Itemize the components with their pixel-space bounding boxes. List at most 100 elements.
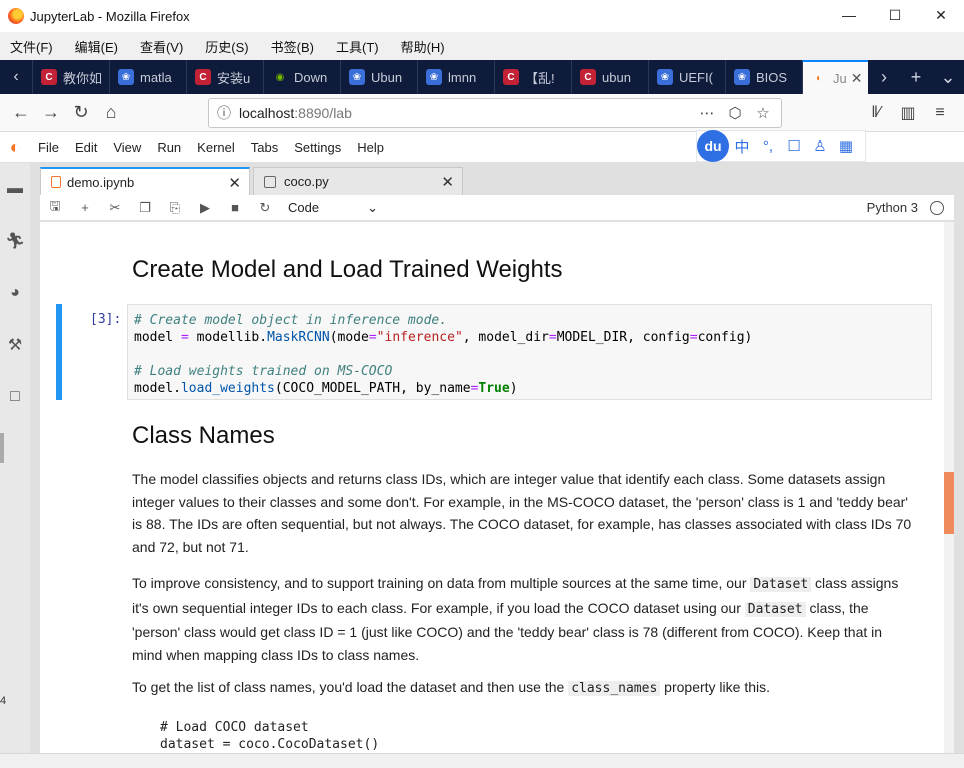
browser-tab[interactable]: C 【乱!	[494, 60, 571, 94]
code-token: =	[180, 330, 189, 345]
browser-tab-label: 【乱!	[525, 70, 555, 86]
forward-arrow-icon[interactable]: →	[36, 98, 66, 128]
jupyter-icon: ◐	[815, 72, 823, 84]
tab-coco-py[interactable]: coco.py ✕	[253, 167, 463, 195]
cell-type-dropdown[interactable]: Code ⌄	[288, 200, 378, 216]
paragraph-1: The model classifies objects and returns…	[132, 471, 912, 555]
menu-file[interactable]: 文件(F)	[0, 37, 64, 56]
browser-tab[interactable]: C 安装u	[186, 60, 263, 94]
home-icon[interactable]: ⌂	[96, 98, 126, 128]
browser-tab[interactable]: C 教你如	[32, 60, 109, 94]
code-comment: # Load weights trained on MS-COCO	[134, 364, 393, 379]
browser-tab-label: Ju	[833, 70, 847, 86]
menu-view[interactable]: 查看(V)	[129, 37, 194, 56]
baidu-ime-logo-icon[interactable]: du	[697, 130, 729, 162]
jmenu-tabs[interactable]: Tabs	[243, 140, 286, 155]
close-tab-icon[interactable]: ✕	[851, 70, 863, 87]
wrench-icon[interactable]: ⚒	[0, 319, 30, 371]
browser-tab[interactable]: ❀ BIOS	[725, 60, 802, 94]
ime-chinese-mode-icon[interactable]: 中	[729, 136, 755, 157]
menu-help[interactable]: 帮助(H)	[390, 37, 456, 56]
browser-tab[interactable]: ◉ Down	[263, 60, 340, 94]
browser-tab-label: Down	[294, 69, 328, 85]
browser-tab[interactable]: ❀ lmnn	[417, 60, 494, 94]
hamburger-menu-icon[interactable]: ≡	[924, 98, 956, 128]
site-info-icon[interactable]: ⓘ	[209, 103, 239, 123]
jmenu-file[interactable]: File	[30, 140, 67, 155]
scrollbar-thumb[interactable]	[944, 472, 954, 534]
tabs-icon[interactable]: □	[0, 371, 30, 423]
code-cell-editor[interactable]: # Create model object in inference mode.…	[127, 304, 932, 400]
paw-icon: ❀	[118, 69, 134, 85]
status-bar	[0, 753, 964, 768]
jmenu-kernel[interactable]: Kernel	[189, 140, 243, 155]
maximize-button[interactable]: ☐	[872, 0, 918, 30]
library-icon[interactable]: ‖∕	[860, 98, 892, 128]
csdn-icon: C	[195, 69, 211, 85]
run-icon[interactable]: ▶	[190, 195, 220, 221]
browser-tab-strip: ‹ C 教你如 ❀ matla C 安装u ◉ Down ❀ Ubun ❀ lmnn C 【乱! Cubun…	[0, 60, 964, 94]
jmenu-view[interactable]: View	[105, 140, 149, 155]
minimize-button[interactable]: —	[826, 0, 872, 30]
page-actions-icon[interactable]: ⋯	[693, 104, 721, 122]
browser-tab[interactable]: ❀ matla	[109, 60, 186, 94]
copy-icon[interactable]: ❐	[130, 195, 160, 221]
code-example-block: # Load COCO dataset dataset = coco.CocoD…	[160, 719, 379, 753]
close-window-button[interactable]: ✕	[918, 0, 964, 30]
ime-user-icon[interactable]: ♙	[807, 137, 833, 155]
address-bar[interactable]: ⓘ localhost:8890/lab ⋯ ⬡ ☆	[208, 98, 782, 128]
jmenu-help[interactable]: Help	[349, 140, 392, 155]
browser-tab[interactable]: ❀ Ubun	[340, 60, 417, 94]
menu-edit[interactable]: 编辑(E)	[64, 37, 129, 56]
scroll-tabs-right-icon[interactable]: ›	[868, 67, 900, 88]
kernel-name[interactable]: Python 3	[867, 200, 918, 215]
notebook-scrollbar[interactable]	[944, 222, 954, 753]
back-arrow-icon[interactable]: ←	[6, 98, 36, 128]
code-token: =	[689, 330, 698, 345]
notebook-panel[interactable]: Create Model and Load Trained Weights [3…	[40, 222, 944, 753]
bookmark-star-icon[interactable]: ☆	[749, 104, 777, 122]
menu-history[interactable]: 历史(S)	[194, 37, 259, 56]
firefox-window: JupyterLab - Mozilla Firefox — ☐ ✕ 文件(F)…	[0, 0, 964, 768]
list-all-tabs-icon[interactable]: ⌄	[932, 67, 964, 88]
paragraph-3: To get the list of class names, you'd lo…	[132, 676, 912, 701]
code-token: (COCO_MODEL_PATH, by_name	[274, 381, 471, 396]
jmenu-settings[interactable]: Settings	[286, 140, 349, 155]
ime-keyboard-icon[interactable]: ☐	[781, 137, 807, 155]
pocket-icon[interactable]: ⬡	[721, 104, 749, 122]
new-tab-button[interactable]: +	[900, 67, 932, 88]
url-text[interactable]: localhost:8890/lab	[239, 105, 352, 121]
close-tab-icon[interactable]: ✕	[228, 174, 241, 192]
browser-tab-label: 安装u	[217, 70, 251, 86]
scroll-tabs-left-icon[interactable]: ‹	[0, 60, 32, 94]
sidebar-toggle-icon[interactable]: ▥	[892, 98, 924, 128]
browser-tab-label: ubun	[602, 69, 631, 85]
ime-apps-icon[interactable]: ▦	[833, 137, 859, 155]
ime-punctuation-icon[interactable]: °,	[755, 138, 781, 155]
tab-demo-ipynb[interactable]: demo.ipynb ✕	[40, 167, 250, 195]
palette-icon[interactable]: ◕	[0, 267, 30, 319]
navigation-bar: ← → ↻ ⌂ ⓘ localhost:8890/lab ⋯ ⬡ ☆ ‖∕ ▥ …	[0, 94, 964, 132]
csdn-icon: C	[503, 69, 519, 85]
restart-icon[interactable]: ↻	[250, 195, 280, 221]
csdn-icon: C	[41, 69, 57, 85]
insert-cell-icon[interactable]: +	[70, 195, 100, 221]
menu-tools[interactable]: 工具(T)	[325, 37, 390, 56]
jmenu-run[interactable]: Run	[149, 140, 189, 155]
stop-icon[interactable]: ■	[220, 195, 250, 221]
jmenu-edit[interactable]: Edit	[67, 140, 105, 155]
reload-icon[interactable]: ↻	[66, 98, 96, 128]
cut-icon[interactable]: ✂	[100, 195, 130, 221]
file-browser-icon[interactable]: ▬	[0, 163, 30, 215]
text: To improve consistency, and to support t…	[132, 575, 751, 591]
paste-icon[interactable]: ⎘	[160, 195, 190, 221]
close-tab-icon[interactable]: ✕	[441, 173, 454, 191]
browser-tab[interactable]: ❀ UEFI(	[648, 60, 725, 94]
browser-tab[interactable]: ◐ Ju ✕	[802, 60, 868, 94]
browser-tab[interactable]: Cubun	[571, 60, 648, 94]
active-cell-indicator	[56, 304, 62, 400]
running-icon[interactable]: 🏃︎	[0, 215, 30, 267]
save-icon[interactable]: 🖫︎	[40, 195, 70, 221]
menu-bookmarks[interactable]: 书签(B)	[260, 37, 325, 56]
paw-icon: ❀	[657, 69, 673, 85]
